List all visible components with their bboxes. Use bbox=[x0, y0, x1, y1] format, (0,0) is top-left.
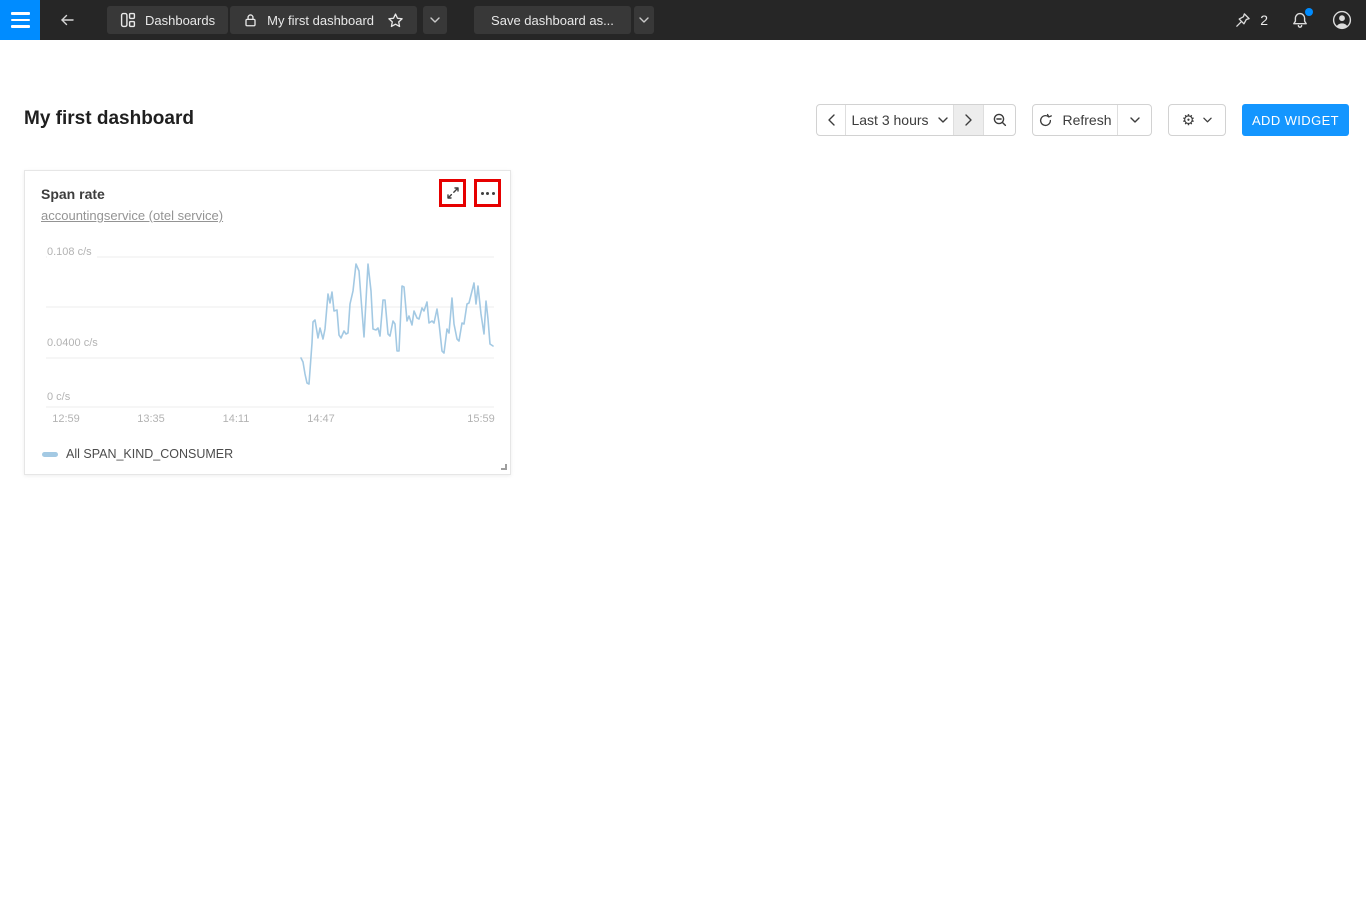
favorite-star-button[interactable] bbox=[387, 12, 404, 29]
gear-icon: ⚙ bbox=[1182, 113, 1195, 128]
user-account-button[interactable] bbox=[1332, 10, 1352, 30]
refresh-button[interactable]: Refresh bbox=[1033, 105, 1117, 135]
legend-line-swatch bbox=[42, 452, 58, 457]
add-widget-button[interactable]: ADD WIDGET bbox=[1242, 104, 1349, 136]
x-axis-tick-label: 13:35 bbox=[137, 413, 165, 425]
resize-corner-icon bbox=[500, 463, 507, 470]
x-axis-tick-label: 15:59 bbox=[467, 413, 495, 425]
refresh-label: Refresh bbox=[1062, 112, 1111, 128]
tab-dashboards-label: Dashboards bbox=[145, 13, 215, 28]
tab-options-dropdown-button[interactable] bbox=[423, 6, 447, 34]
chevron-down-icon bbox=[430, 17, 440, 23]
widget-title: Span rate bbox=[41, 186, 105, 202]
refresh-icon bbox=[1038, 113, 1053, 128]
y-axis-tick-label: 0 c/s bbox=[47, 391, 75, 404]
chevron-right-icon bbox=[965, 114, 972, 126]
expand-icon bbox=[446, 186, 460, 200]
pinned-items-button[interactable]: 2 bbox=[1234, 12, 1268, 29]
x-axis-tick-label: 14:47 bbox=[307, 413, 335, 425]
save-dashboard-group: Save dashboard as... bbox=[474, 6, 654, 34]
refresh-control-group: Refresh bbox=[1032, 104, 1152, 136]
hamburger-menu-button[interactable] bbox=[0, 0, 40, 40]
notifications-button[interactable] bbox=[1291, 11, 1309, 29]
ellipsis-menu-icon bbox=[481, 192, 495, 195]
legend-label: All SPAN_KIND_CONSUMER bbox=[66, 447, 233, 461]
page-title: My first dashboard bbox=[24, 108, 194, 130]
chevron-down-icon bbox=[639, 17, 649, 23]
timeframe-next-button-disabled bbox=[953, 105, 983, 135]
arrow-left-icon bbox=[58, 11, 76, 29]
chevron-down-icon bbox=[938, 117, 948, 123]
annotation-box-menu[interactable] bbox=[474, 179, 501, 207]
timeframe-selector[interactable]: Last 3 hours bbox=[845, 105, 953, 135]
x-axis-tick-label: 14:11 bbox=[223, 413, 250, 425]
x-axis-tick-label: 12:59 bbox=[52, 413, 80, 425]
timeframe-previous-button[interactable] bbox=[817, 105, 845, 135]
lock-icon bbox=[243, 13, 258, 28]
pinned-items-count: 2 bbox=[1260, 12, 1268, 28]
topbar-right-icons: 2 bbox=[1234, 10, 1352, 30]
auto-refresh-dropdown-disabled bbox=[1117, 105, 1151, 135]
notification-dot-badge bbox=[1305, 8, 1313, 16]
dashboard-tabs: Dashboards My first dashboard bbox=[107, 6, 417, 34]
timeframe-label: Last 3 hours bbox=[851, 112, 928, 128]
chevron-down-icon bbox=[1130, 117, 1140, 123]
dashboard-settings-group: ⚙ bbox=[1168, 104, 1226, 136]
zoom-out-icon bbox=[992, 112, 1008, 128]
tab-current-label: My first dashboard bbox=[267, 13, 374, 28]
dashboard-content: My first dashboard Last 3 hours bbox=[0, 40, 1366, 910]
y-axis-tick-label: 0.0400 c/s bbox=[47, 337, 103, 350]
top-bar: Dashboards My first dashboard Save dashb… bbox=[0, 0, 1366, 40]
user-avatar-icon bbox=[1332, 10, 1352, 30]
save-options-dropdown-button[interactable] bbox=[634, 6, 654, 34]
back-button[interactable] bbox=[54, 6, 80, 34]
tab-dashboards[interactable]: Dashboards bbox=[107, 6, 228, 34]
star-icon bbox=[387, 12, 404, 29]
chevron-down-icon bbox=[1203, 117, 1212, 123]
tab-my-first-dashboard[interactable]: My first dashboard bbox=[230, 6, 417, 34]
dashboard-settings-button[interactable]: ⚙ bbox=[1169, 105, 1225, 135]
y-axis-tick-label: 0.108 c/s bbox=[47, 246, 97, 259]
chart-legend: All SPAN_KIND_CONSUMER bbox=[42, 447, 233, 461]
widget-resize-handle[interactable] bbox=[500, 463, 507, 470]
timeframe-control-group: Last 3 hours bbox=[816, 104, 1016, 136]
chevron-left-icon bbox=[828, 114, 835, 126]
dashboards-icon bbox=[120, 12, 136, 28]
zoom-out-timeframe-button[interactable] bbox=[983, 105, 1015, 135]
widget-service-link[interactable]: accountingservice (otel service) bbox=[41, 208, 223, 223]
pin-icon bbox=[1234, 12, 1251, 29]
annotation-box-expand[interactable] bbox=[439, 179, 466, 207]
span-rate-widget[interactable]: Span rate accountingservice (otel servic… bbox=[24, 170, 511, 475]
save-dashboard-as-button[interactable]: Save dashboard as... bbox=[474, 6, 631, 34]
chart-series-line bbox=[301, 264, 493, 384]
